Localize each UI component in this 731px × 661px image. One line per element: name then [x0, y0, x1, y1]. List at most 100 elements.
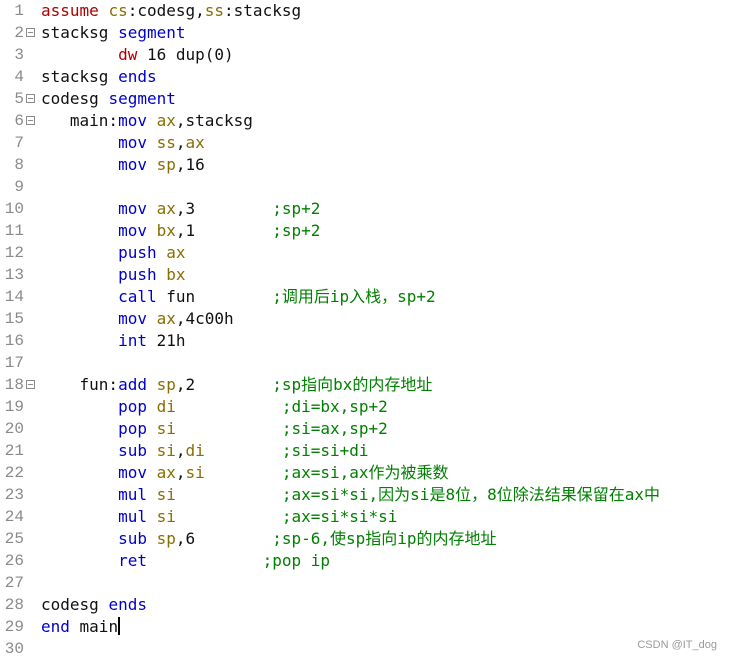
code-line[interactable]: 26 ret ;pop ip — [0, 550, 731, 572]
line-number: 1 — [14, 2, 24, 20]
code-token: push — [118, 243, 157, 262]
code-line[interactable]: 2 stacksg segment — [0, 22, 731, 44]
code-line[interactable]: 30 — [0, 638, 731, 660]
code-text: pop si ;si=ax,sp+2 — [41, 418, 388, 440]
code-token: ss — [156, 133, 176, 152]
code-line[interactable]: 29 end main — [0, 616, 731, 638]
code-token: fun — [156, 287, 273, 306]
code-line[interactable]: 16 int 21h — [0, 330, 731, 352]
code-line[interactable]: 22 mov ax,si ;ax=si,ax作为被乘数 — [0, 462, 731, 484]
code-line[interactable]: 6 main:mov ax,stacksg — [0, 110, 731, 132]
code-token: , — [175, 463, 186, 482]
code-line[interactable]: 18 fun:add sp,2 ;sp指向bx的内存地址 — [0, 374, 731, 396]
code-text: int 21h — [41, 330, 185, 352]
line-number: 11 — [4, 222, 24, 240]
code-token: ;si=si+di — [281, 441, 369, 460]
code-line[interactable]: 8 mov sp,16 — [0, 154, 731, 176]
code-line[interactable]: 21 sub si,di ;si=si+di — [0, 440, 731, 462]
code-line[interactable]: 12 push ax — [0, 242, 731, 264]
line-number: 2 — [14, 24, 24, 42]
code-token: sp — [156, 529, 176, 548]
code-token: , — [175, 441, 186, 460]
line-number: 3 — [14, 46, 24, 64]
code-token: ,4c00h — [175, 309, 234, 328]
code-text: mul si ;ax=si*si*si — [41, 506, 397, 528]
code-line[interactable]: 20 pop si ;si=ax,sp+2 — [0, 418, 731, 440]
code-line[interactable]: 25 sub sp,6 ;sp-6,使sp指向ip的内存地址 — [0, 528, 731, 550]
code-text: codesg segment — [41, 88, 176, 110]
code-token: ;sp指向bx的内存地址 — [272, 375, 433, 394]
code-token: ,6 — [175, 529, 273, 548]
code-line[interactable]: 17 — [0, 352, 731, 374]
code-text: mov ax,4c00h — [41, 308, 234, 330]
code-token: mov — [118, 111, 147, 130]
code-token: dw — [118, 45, 138, 64]
code-token: di — [156, 397, 176, 416]
code-token: sub — [118, 529, 147, 548]
code-token: main: — [41, 111, 119, 130]
code-token: segment — [118, 23, 186, 42]
code-text: dw 16 dup(0) — [41, 44, 234, 66]
code-line[interactable]: 27 — [0, 572, 731, 594]
code-line[interactable]: 10 mov ax,3 ;sp+2 — [0, 198, 731, 220]
code-token: ;sp-6,使sp指向ip的内存地址 — [272, 529, 497, 548]
code-line[interactable]: 9 — [0, 176, 731, 198]
code-text: mov ss,ax — [41, 132, 205, 154]
line-number: 7 — [14, 134, 24, 152]
code-line[interactable]: 5 codesg segment — [0, 88, 731, 110]
code-token: int — [118, 331, 147, 350]
line-number: 6 — [14, 112, 24, 130]
code-line[interactable]: 23 mul si ;ax=si*si,因为si是8位，8位除法结果保留在ax中 — [0, 484, 731, 506]
code-token: ;si=ax,sp+2 — [281, 419, 388, 438]
line-number: 13 — [4, 266, 24, 284]
code-token: si — [156, 441, 176, 460]
code-line[interactable]: 24 mul si ;ax=si*si*si — [0, 506, 731, 528]
code-line[interactable]: 3 dw 16 dup(0) — [0, 44, 731, 66]
code-line[interactable]: 1 assume cs:codesg,ss:stacksg — [0, 0, 731, 22]
line-number: 12 — [4, 244, 24, 262]
fold-toggle-icon[interactable] — [26, 94, 35, 103]
fold-toggle-icon[interactable] — [26, 28, 35, 37]
code-line[interactable]: 28 codesg ends — [0, 594, 731, 616]
code-text: main:mov ax,stacksg — [41, 110, 253, 132]
code-text: assume cs:codesg,ss:stacksg — [41, 0, 301, 22]
fold-toggle-icon[interactable] — [26, 380, 35, 389]
line-number: 21 — [4, 442, 24, 460]
code-line[interactable]: 11 mov bx,1 ;sp+2 — [0, 220, 731, 242]
code-line[interactable]: 13 push bx — [0, 264, 731, 286]
code-line[interactable]: 4 stacksg ends — [0, 66, 731, 88]
code-editor[interactable]: 1 assume cs:codesg,ss:stacksg 2 stacksg seg… — [0, 0, 731, 661]
code-line[interactable]: 14 call fun ;调用后ip入栈，sp+2 — [0, 286, 731, 308]
code-token: assume — [41, 1, 109, 20]
code-line[interactable]: 15 mov ax,4c00h — [0, 308, 731, 330]
code-token: stacksg — [41, 23, 119, 42]
code-token: ;调用后ip入栈，sp+2 — [272, 287, 436, 306]
code-line[interactable]: 19 pop di ;di=bx,sp+2 — [0, 396, 731, 418]
code-token: push — [118, 265, 157, 284]
code-token: ends — [108, 595, 147, 614]
fold-toggle-icon[interactable] — [26, 116, 35, 125]
code-text: stacksg segment — [41, 22, 186, 44]
code-line[interactable]: 7 mov ss,ax — [0, 132, 731, 154]
code-token: stacksg — [41, 67, 119, 86]
watermark: CSDN @IT_dog — [637, 639, 717, 651]
code-text: sub sp,6 ;sp-6,使sp指向ip的内存地址 — [41, 528, 497, 550]
